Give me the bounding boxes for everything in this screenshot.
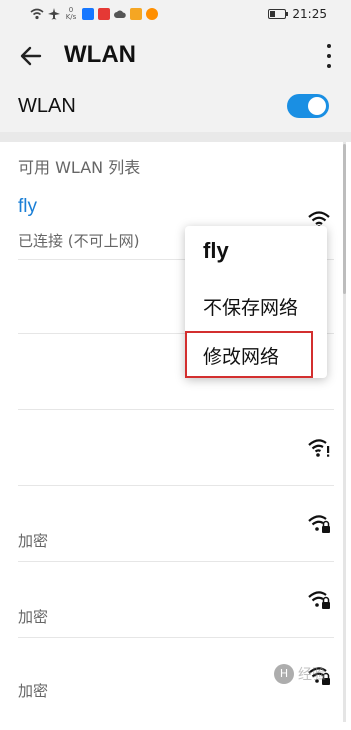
app-bar: WLAN bbox=[0, 30, 351, 82]
airplane-icon bbox=[48, 8, 60, 20]
battery-icon bbox=[268, 9, 289, 19]
annotation-highlight-box bbox=[185, 331, 313, 378]
arrow-left-icon[interactable] bbox=[18, 43, 44, 69]
news-app-icon bbox=[130, 8, 142, 20]
wlan-toggle-switch[interactable] bbox=[287, 94, 329, 118]
menu-title: fly bbox=[203, 238, 229, 263]
network-security: 加密 bbox=[18, 532, 49, 550]
status-left-icons: 0 K/s bbox=[30, 7, 158, 21]
wifi-status-icon bbox=[30, 8, 44, 20]
toggle-knob bbox=[308, 97, 326, 115]
available-list-title: 可用 WLAN 列表 bbox=[18, 158, 141, 177]
alipay-icon bbox=[82, 8, 94, 20]
speed-unit: K/s bbox=[65, 13, 77, 21]
network-speed: 0 K/s bbox=[64, 7, 78, 21]
wifi-lock-icon bbox=[308, 591, 330, 609]
more-dot bbox=[327, 54, 331, 58]
wifi-lock-icon bbox=[308, 515, 330, 533]
status-bar: 0 K/s 21:25 bbox=[0, 0, 351, 30]
network-name: fly bbox=[18, 196, 37, 217]
network-status: 已连接 (不可上网) bbox=[18, 232, 140, 250]
battery-level bbox=[270, 11, 276, 17]
wlan-toggle-label: WLAN bbox=[18, 95, 76, 117]
network-item-secured[interactable]: 加密 bbox=[0, 562, 342, 638]
more-vertical-icon[interactable] bbox=[319, 42, 339, 70]
status-right: 21:25 bbox=[268, 7, 327, 21]
more-dot bbox=[327, 44, 331, 48]
forget-network-menu-item[interactable]: 不保存网络 bbox=[185, 283, 327, 329]
watermark-text: 经验 bbox=[298, 667, 326, 683]
page-title: WLAN bbox=[64, 41, 136, 68]
network-security: 加密 bbox=[18, 682, 49, 700]
scrollbar-thumb[interactable] bbox=[343, 144, 346, 294]
section-divider bbox=[0, 132, 351, 142]
wifi-alert-icon bbox=[308, 439, 330, 457]
app-notification-icon bbox=[98, 8, 110, 20]
network-security: 加密 bbox=[18, 608, 49, 626]
watermark: H 经验 bbox=[274, 664, 326, 684]
cloud-icon bbox=[114, 10, 126, 18]
network-item-secured[interactable]: 加密 bbox=[0, 486, 342, 562]
network-item[interactable] bbox=[0, 410, 342, 486]
watermark-logo: H bbox=[274, 664, 294, 684]
shield-app-icon bbox=[146, 8, 158, 20]
status-time: 21:25 bbox=[292, 7, 327, 21]
menu-item-label: 不保存网络 bbox=[203, 297, 299, 319]
wlan-toggle-row[interactable]: WLAN bbox=[0, 82, 351, 132]
more-dot bbox=[327, 64, 331, 68]
